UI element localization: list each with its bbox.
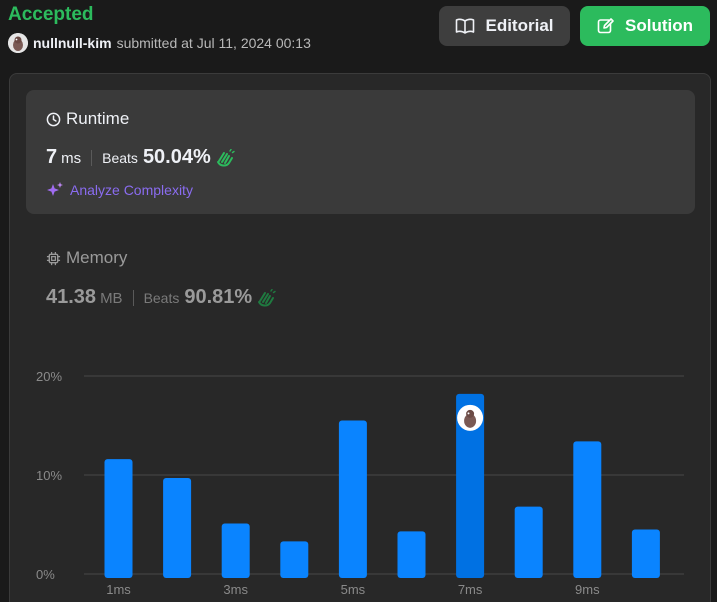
x-tick-label: 7ms bbox=[458, 582, 483, 597]
submission-status: Accepted bbox=[8, 4, 94, 25]
divider bbox=[91, 149, 93, 166]
chart-bar[interactable] bbox=[514, 506, 543, 578]
book-open-icon bbox=[456, 18, 475, 34]
submitted-timestamp: submitted at Jul 11, 2024 00:13 bbox=[116, 35, 311, 51]
chart-bar[interactable] bbox=[280, 541, 309, 578]
x-tick-label: 3ms bbox=[223, 582, 248, 597]
memory-unit: MB bbox=[100, 290, 123, 307]
solution-label: Solution bbox=[625, 16, 693, 35]
result-panel: Runtime 7 ms Beats 50.04% Analyze Comple… bbox=[9, 73, 711, 602]
analyze-complexity-label: Analyze Complexity bbox=[70, 182, 193, 198]
clock-icon bbox=[46, 112, 61, 126]
submission-header: Accepted nullnull-kim submitted at Jul 1… bbox=[0, 0, 717, 62]
chart-bar[interactable] bbox=[338, 420, 367, 578]
memory-stats: 41.38 MB Beats 90.81% bbox=[46, 286, 276, 309]
memory-value: 41.38 bbox=[46, 286, 97, 308]
clapping-hands-icon bbox=[216, 148, 235, 166]
editorial-button[interactable]: Editorial bbox=[439, 6, 570, 46]
x-tick-label: 1ms bbox=[106, 582, 131, 597]
memory-title[interactable]: Memory bbox=[46, 248, 127, 268]
memory-beats-value: 90.81% bbox=[184, 286, 253, 308]
runtime-stats: 7 ms Beats 50.04% bbox=[46, 146, 235, 169]
runtime-title: Runtime bbox=[46, 109, 129, 129]
username-link[interactable]: nullnull-kim bbox=[33, 35, 112, 51]
runtime-beats-value: 50.04% bbox=[142, 146, 211, 168]
memory-beats-label: Beats bbox=[143, 290, 180, 306]
memory-title-text: Memory bbox=[66, 248, 128, 267]
y-tick-label: 20% bbox=[36, 369, 62, 384]
chart-bar[interactable] bbox=[631, 529, 660, 578]
sparkle-icon bbox=[47, 182, 63, 196]
chart-bar[interactable] bbox=[397, 531, 426, 578]
x-tick-label: 9ms bbox=[575, 582, 600, 597]
clapping-hands-icon bbox=[258, 288, 276, 306]
chart-bar[interactable] bbox=[221, 523, 250, 578]
solution-button[interactable]: Solution bbox=[580, 6, 710, 46]
runtime-distribution-chart: 20% 10% 0% 1ms 3ms 5ms 7ms 9ms bbox=[36, 369, 684, 597]
user-avatar[interactable] bbox=[8, 33, 28, 53]
avatar-figure-icon bbox=[8, 33, 28, 53]
chip-icon bbox=[46, 251, 61, 265]
x-tick-label: 5ms bbox=[341, 582, 366, 597]
runtime-unit: ms bbox=[61, 150, 82, 167]
chart-bar[interactable] bbox=[104, 459, 133, 578]
analyze-complexity-link[interactable]: Analyze Complexity bbox=[46, 181, 193, 199]
runtime-title-text: Runtime bbox=[66, 109, 130, 128]
submitter-info: nullnull-kim submitted at Jul 11, 2024 0… bbox=[8, 33, 311, 53]
editorial-label: Editorial bbox=[485, 16, 554, 35]
y-tick-label: 10% bbox=[36, 468, 62, 483]
runtime-card[interactable]: Runtime 7 ms Beats 50.04% Analyze Comple… bbox=[26, 90, 695, 214]
chart-bar[interactable] bbox=[573, 441, 602, 578]
current-submission-avatar bbox=[457, 404, 484, 431]
divider bbox=[132, 289, 134, 306]
chart-bar[interactable] bbox=[163, 477, 192, 578]
runtime-beats-label: Beats bbox=[102, 150, 138, 166]
y-tick-label: 0% bbox=[36, 567, 55, 582]
runtime-value: 7 bbox=[46, 146, 58, 168]
edit-pencil-icon bbox=[597, 18, 614, 34]
